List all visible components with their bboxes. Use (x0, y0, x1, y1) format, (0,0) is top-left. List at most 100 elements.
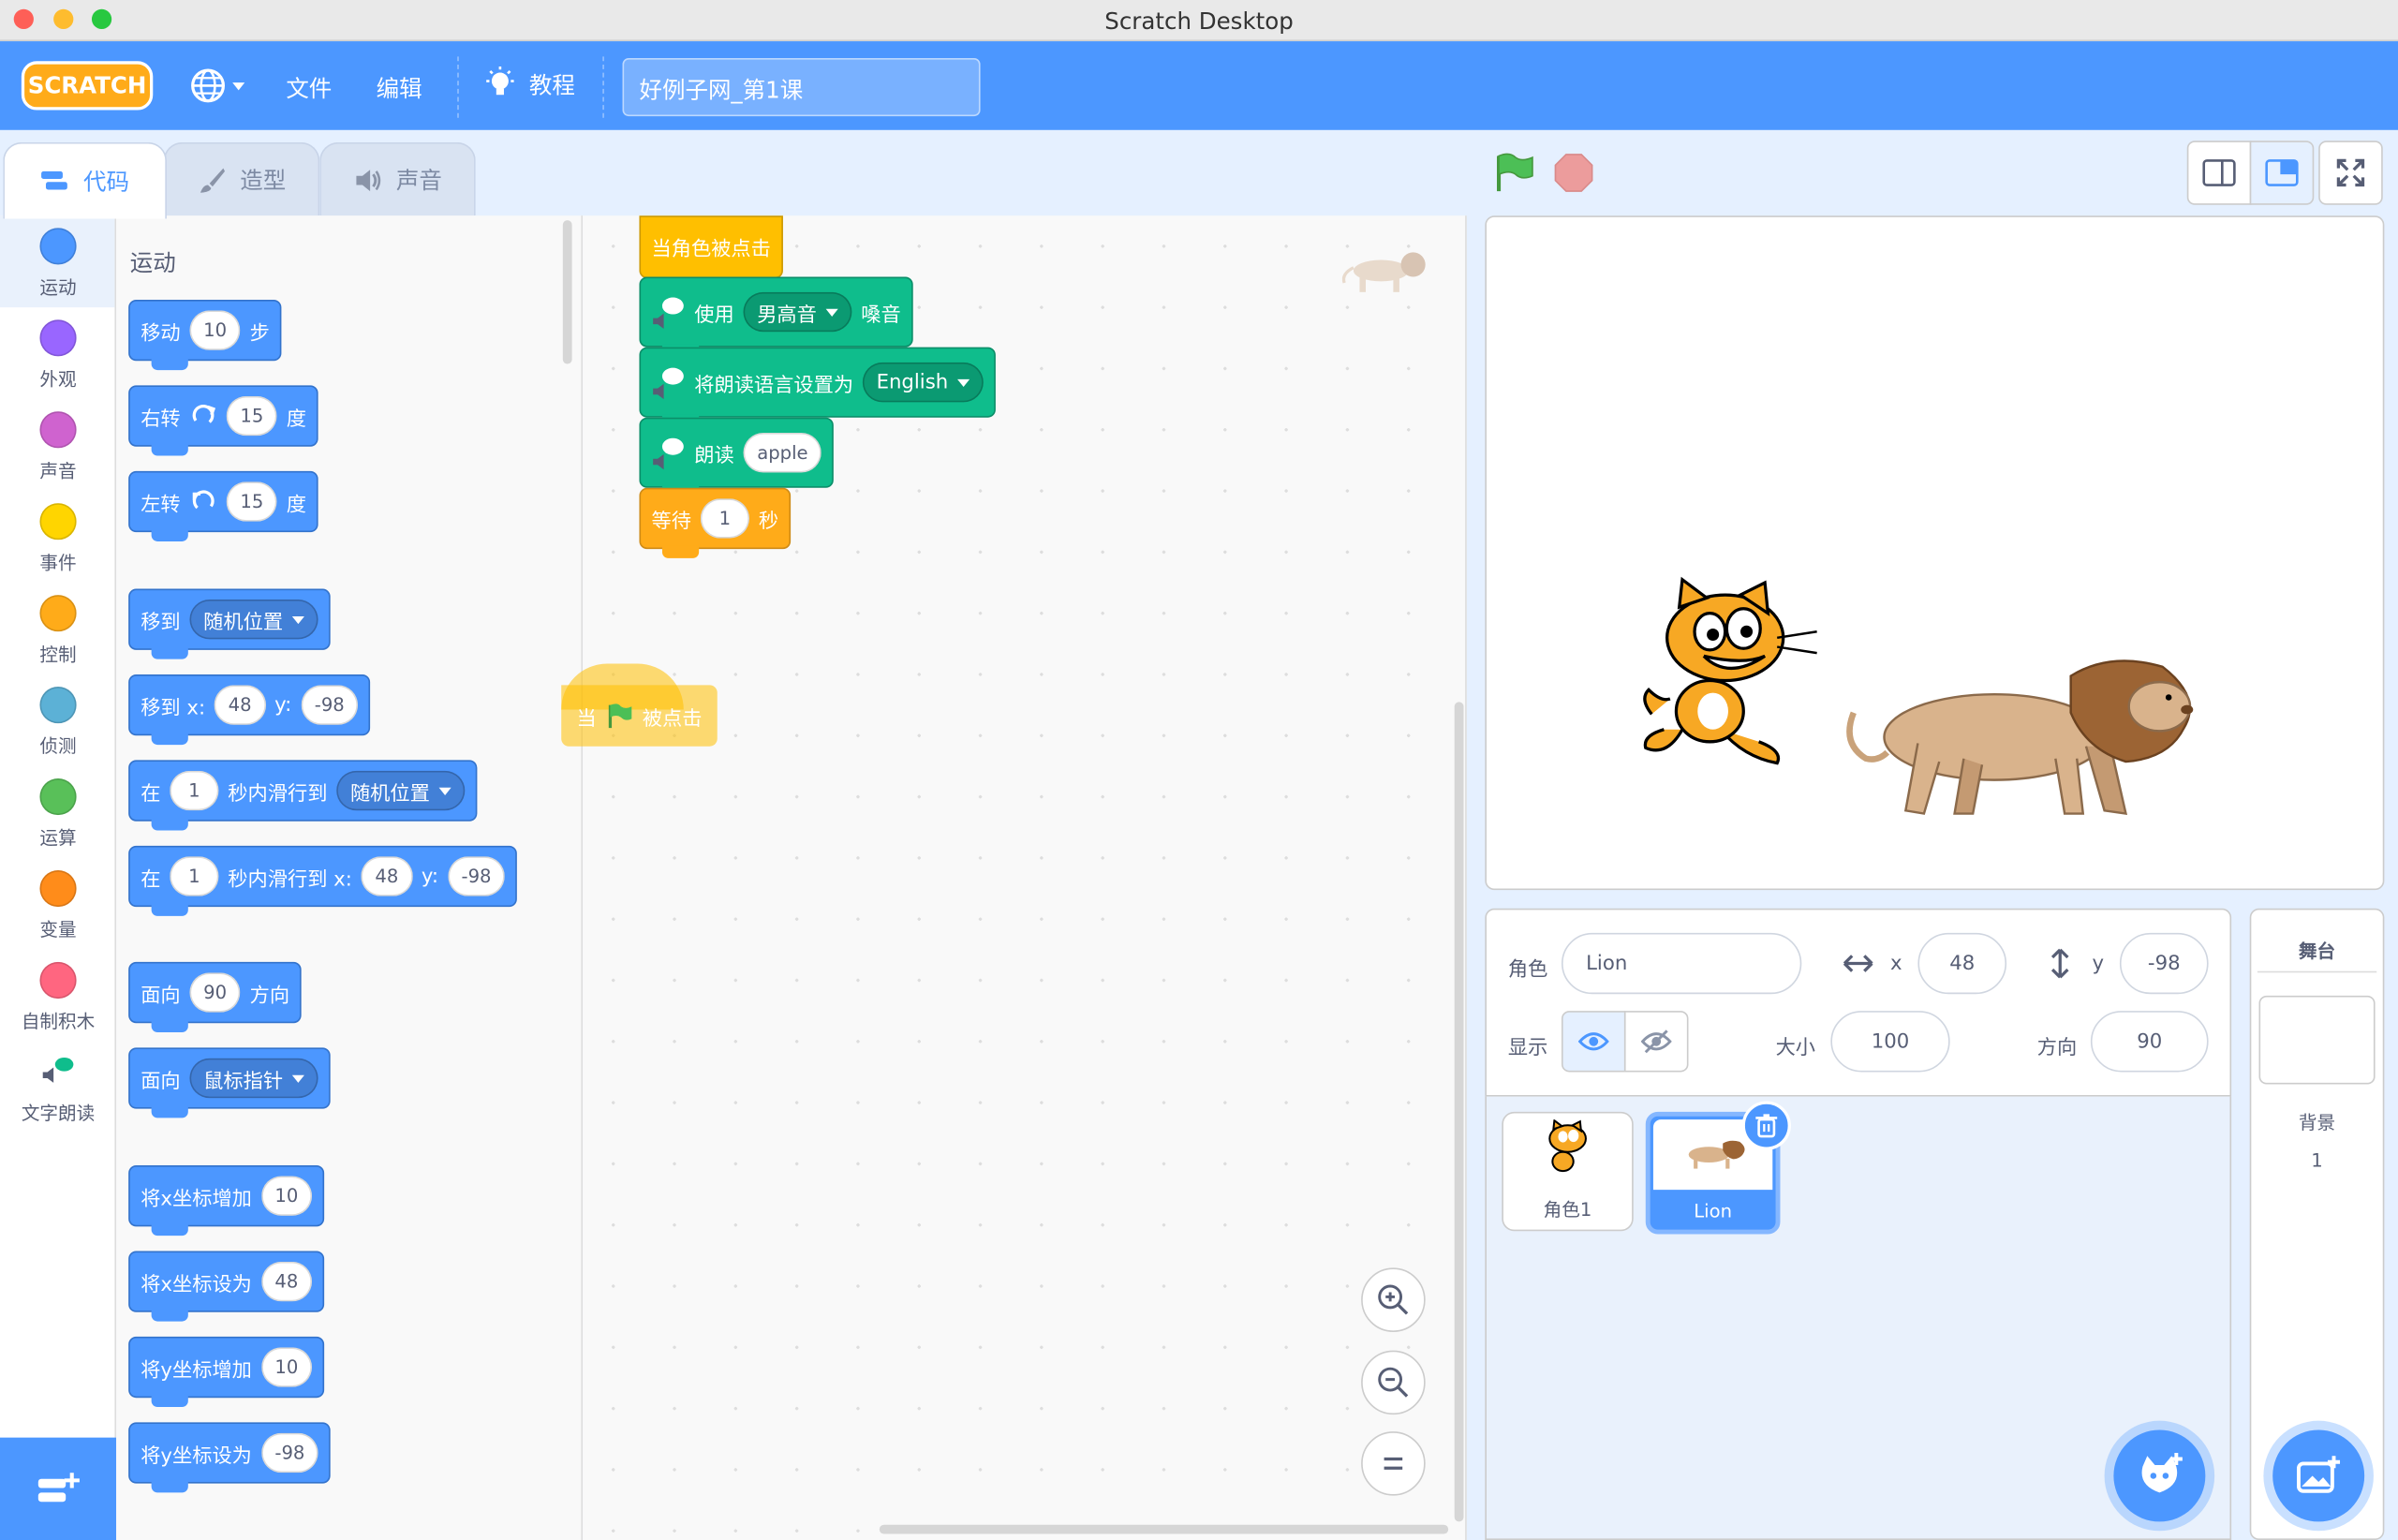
small-stage-button[interactable] (2186, 141, 2252, 205)
set-x-block[interactable]: 将x坐标设为 48 (128, 1251, 325, 1322)
lightbulb-icon (486, 67, 514, 96)
glide-xy-block[interactable]: 在 1 秒内滑行到 x: 48 y: -98 (128, 845, 518, 916)
size-input[interactable]: 100 (1830, 1011, 1950, 1073)
sprite-name-input[interactable]: Lion (1561, 932, 1802, 995)
x-change-input[interactable]: 10 (260, 1176, 313, 1216)
vertical-arrows-icon (2050, 948, 2069, 979)
x-input[interactable]: 48 (361, 856, 413, 896)
stop-button[interactable] (1554, 153, 1593, 199)
direction-input[interactable]: 90 (2090, 1011, 2209, 1073)
delete-sprite-button[interactable] (1741, 1101, 1791, 1150)
equals-icon (1384, 1457, 1403, 1470)
block-text: 度 (286, 493, 307, 517)
set-y-block[interactable]: 将y坐标设为 -98 (128, 1422, 332, 1493)
degrees-input[interactable]: 15 (226, 395, 278, 437)
point-towards-block[interactable]: 面向 鼠标指针 (128, 1047, 331, 1118)
dropdown-value: 鼠标指针 (203, 1070, 284, 1093)
category-variables[interactable]: 变量 (0, 869, 116, 942)
workspace-horizontal-scrollbar[interactable] (879, 1524, 1449, 1534)
language-menu[interactable] (189, 67, 245, 104)
voice-dropdown[interactable]: 男高音 (743, 291, 852, 333)
normal-stage-button[interactable] (2249, 141, 2315, 205)
goto-target-block[interactable]: 移到 随机位置 (128, 588, 331, 659)
point-direction-block[interactable]: 面向 90 方向 (128, 961, 303, 1033)
x-set-input[interactable]: 48 (260, 1261, 313, 1302)
tab-costumes[interactable]: 造型 (163, 141, 320, 216)
green-flag-button[interactable] (1493, 152, 1536, 200)
category-sound[interactable]: 声音 (0, 411, 116, 483)
wait-seconds-input[interactable]: 1 (700, 498, 750, 539)
goto-target-dropdown[interactable]: 随机位置 (189, 599, 318, 640)
point-towards-dropdown[interactable]: 鼠标指针 (189, 1058, 318, 1099)
lion-sprite[interactable] (1842, 651, 2209, 822)
glide-target-dropdown[interactable]: 随机位置 (336, 770, 466, 811)
y-input[interactable]: -98 (447, 856, 506, 896)
category-text-to-speech[interactable]: 文字朗读 (0, 1054, 116, 1126)
palette-scrollbar[interactable] (562, 220, 572, 364)
category-sensing[interactable]: 侦测 (0, 687, 116, 759)
category-control[interactable]: 控制 (0, 595, 116, 667)
add-extension-button[interactable] (0, 1437, 117, 1540)
y-set-input[interactable]: -98 (260, 1432, 319, 1473)
y-input[interactable]: -98 (301, 685, 359, 725)
when-sprite-clicked-hat-block[interactable]: 当角色被点击 (639, 215, 783, 279)
block-text: y: (421, 865, 439, 888)
file-menu[interactable]: 文件 (286, 72, 332, 104)
category-looks[interactable]: 外观 (0, 319, 116, 392)
goto-xy-block[interactable]: 移到 x: 48 y: -98 (128, 674, 371, 746)
edit-menu[interactable]: 编辑 (377, 72, 422, 104)
project-title-input[interactable]: 好例子网_第1课 (622, 58, 981, 117)
zoom-in-button[interactable] (1361, 1267, 1426, 1332)
turn-left-block[interactable]: 左转 15 度 (128, 470, 319, 541)
category-events[interactable]: 事件 (0, 503, 116, 575)
seconds-input[interactable]: 1 (170, 770, 219, 811)
lion-sprite-thumbnail (1688, 1140, 1745, 1169)
sprite-tile[interactable]: 角色1 (1502, 1111, 1634, 1232)
tab-code[interactable]: 代码 (3, 141, 167, 219)
move-steps-block[interactable]: 移动 10 步 (128, 299, 282, 371)
y-change-input[interactable]: 10 (260, 1347, 313, 1387)
show-sprite-button[interactable] (1561, 1011, 1626, 1073)
category-motion[interactable]: 运动 (0, 228, 116, 300)
when-flag-clicked-hat-block[interactable]: 当 被点击 (561, 663, 718, 748)
fullscreen-button[interactable] (2318, 141, 2383, 205)
steps-input[interactable]: 10 (189, 310, 241, 350)
wait-block[interactable]: 等待 1 秒 (639, 487, 792, 558)
tab-sounds[interactable]: 声音 (319, 141, 476, 216)
cat-sprite-thumbnail (1548, 1119, 1587, 1173)
y-input[interactable]: -98 (2119, 932, 2209, 995)
speak-block[interactable]: 朗读 apple (639, 417, 835, 497)
code-workspace[interactable]: 当角色被点击 使用 男高音 嗓音 将朗读语言设置为 English 朗读 app… (561, 215, 1467, 1540)
fullscreen-icon (2336, 158, 2365, 187)
block-text: 左转 (141, 493, 181, 517)
hide-sprite-button[interactable] (1623, 1011, 1689, 1073)
change-x-block[interactable]: 将x坐标增加 10 (128, 1165, 325, 1236)
add-sprite-button[interactable] (2113, 1429, 2206, 1522)
glide-target-block[interactable]: 在 1 秒内滑行到 随机位置 (128, 760, 478, 831)
block-text: 步 (249, 321, 270, 346)
add-backdrop-button[interactable] (2272, 1429, 2365, 1522)
direction-input[interactable]: 90 (189, 972, 241, 1013)
change-y-block[interactable]: 将y坐标增加 10 (128, 1336, 325, 1407)
language-dropdown[interactable]: English (862, 362, 984, 403)
cat-sprite[interactable] (1636, 576, 1823, 772)
zoom-out-button[interactable] (1361, 1350, 1426, 1415)
x-input[interactable]: 48 (214, 685, 266, 725)
category-my-blocks[interactable]: 自制积木 (0, 961, 116, 1034)
x-input[interactable]: 48 (1917, 932, 2007, 995)
scratch-logo[interactable]: SCRATCH (21, 61, 154, 111)
category-operators[interactable]: 运算 (0, 777, 116, 851)
stage-thumbnail[interactable] (2258, 995, 2376, 1085)
stage-canvas[interactable] (1485, 215, 2385, 891)
tutorials-menu[interactable]: 教程 (483, 66, 575, 102)
set-language-block[interactable]: 将朗读语言设置为 English (639, 347, 996, 427)
set-voice-block[interactable]: 使用 男高音 嗓音 (639, 276, 913, 357)
backdrop-label: 背景 (2298, 1111, 2336, 1133)
zoom-reset-button[interactable] (1361, 1431, 1426, 1496)
sprite-thumbnail-watermark (1339, 246, 1430, 302)
turn-right-block[interactable]: 右转 15 度 (128, 385, 319, 456)
seconds-input[interactable]: 1 (170, 856, 219, 896)
degrees-input[interactable]: 15 (226, 481, 278, 522)
workspace-vertical-scrollbar[interactable] (1454, 702, 1464, 1522)
speak-text-input[interactable]: apple (743, 433, 822, 473)
